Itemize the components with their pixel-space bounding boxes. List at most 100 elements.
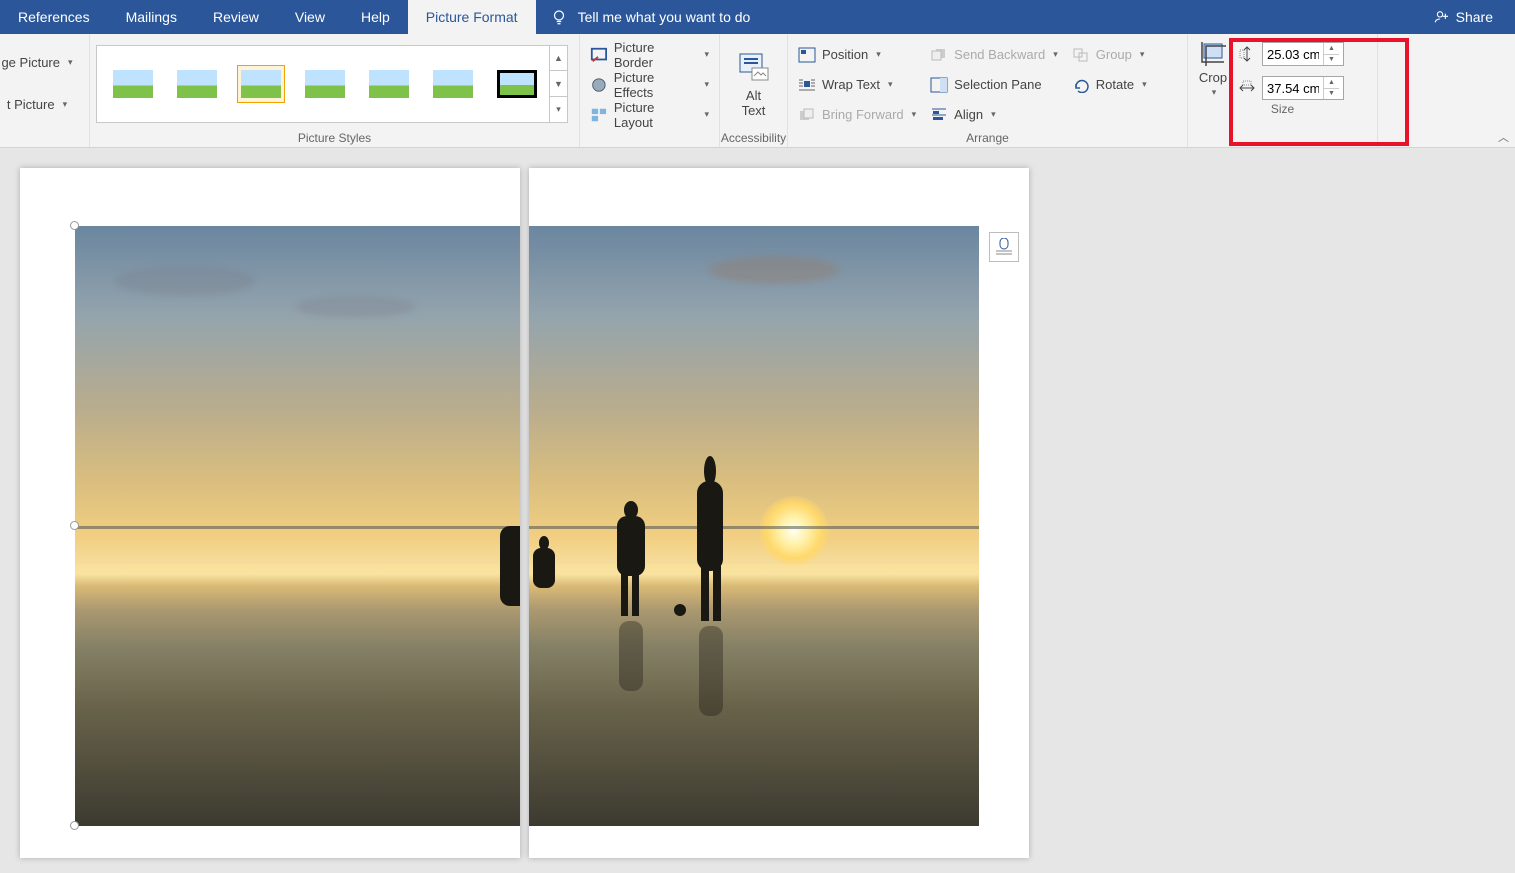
crop-icon (1198, 40, 1228, 68)
width-down[interactable]: ▼ (1324, 89, 1339, 100)
style-thumb-5[interactable] (365, 65, 413, 103)
height-input[interactable] (1263, 47, 1323, 62)
picture-border-label: Picture Border (614, 40, 697, 70)
chevron-down-icon: ▾ (991, 109, 996, 120)
share-icon (1434, 9, 1450, 25)
layout-options-button[interactable] (989, 232, 1019, 262)
width-input[interactable] (1263, 81, 1323, 96)
bring-forward-label: Bring Forward (822, 107, 904, 122)
group-label-btn: Group (1096, 47, 1132, 62)
wrap-text-label: Wrap Text (822, 77, 880, 92)
chevron-down-icon: ▾ (912, 109, 917, 120)
accessibility-group: AltText Accessibility (720, 34, 788, 147)
size-group: Crop ▾ ▲▼ ▲▼ (1188, 34, 1378, 147)
align-button[interactable]: Align▾ (926, 103, 1062, 127)
tell-me-placeholder: Tell me what you want to do (578, 9, 751, 25)
picture-border-icon (590, 46, 608, 64)
chevron-down-icon: ▾ (63, 99, 68, 110)
chevron-down-icon: ▾ (876, 49, 881, 60)
gallery-up[interactable]: ▲ (550, 46, 567, 72)
picture-effects-icon (590, 76, 608, 94)
style-thumb-4[interactable] (301, 65, 349, 103)
height-down[interactable]: ▼ (1324, 55, 1339, 66)
group-icon (1072, 47, 1090, 63)
selection-pane-button[interactable]: Selection Pane (926, 73, 1062, 97)
adjust-group-partial: ge Picture▾ t Picture ▾ (0, 34, 90, 147)
chevron-down-icon: ▾ (1142, 79, 1147, 90)
change-picture-button[interactable]: ge Picture▾ (1, 51, 82, 75)
rotate-label: Rotate (1096, 77, 1134, 92)
selection-handle[interactable] (70, 821, 79, 830)
page-1 (20, 168, 520, 858)
alt-text-button[interactable]: AltText (731, 46, 777, 122)
page-2 (529, 168, 1029, 858)
chevron-down-icon: ▾ (1053, 49, 1058, 60)
wrap-text-icon (798, 77, 816, 93)
gallery-down[interactable]: ▼ (550, 71, 567, 97)
chevron-down-icon: ▾ (704, 79, 709, 90)
tell-me-search[interactable]: Tell me what you want to do (536, 0, 765, 34)
chevron-down-icon: ▾ (68, 57, 73, 68)
width-up[interactable]: ▲ (1324, 77, 1339, 89)
lightbulb-icon (550, 8, 568, 26)
height-up[interactable]: ▲ (1324, 43, 1339, 55)
style-thumb-7[interactable] (493, 65, 541, 103)
gallery-more[interactable]: ▾ (550, 97, 567, 122)
rotate-icon (1072, 77, 1090, 93)
crop-button[interactable]: Crop ▾ (1198, 40, 1228, 98)
send-backward-icon (930, 47, 948, 63)
rotate-button[interactable]: Rotate ▾ (1068, 73, 1151, 97)
selection-handle[interactable] (70, 521, 79, 530)
style-thumb-6[interactable] (429, 65, 477, 103)
tab-references[interactable]: References (0, 0, 108, 34)
tab-picture-format[interactable]: Picture Format (408, 0, 536, 34)
tab-mailings[interactable]: Mailings (108, 0, 195, 34)
position-icon (798, 47, 816, 63)
height-icon (1238, 45, 1256, 63)
picture-commands-group: Picture Border ▾ Picture Effects▾ Picture… (580, 34, 720, 147)
reset-picture-button[interactable]: t Picture ▾ (7, 93, 77, 117)
alt-text-icon (737, 50, 771, 84)
group-label (0, 129, 89, 147)
share-button[interactable]: Share (1412, 0, 1515, 34)
chevron-down-icon: ▾ (888, 79, 893, 90)
chevron-down-icon: ▾ (704, 49, 709, 60)
reset-picture-label: t Picture (7, 97, 55, 112)
tab-help[interactable]: Help (343, 0, 408, 34)
selected-picture-left[interactable] (75, 226, 520, 826)
picture-effects-button[interactable]: Picture Effects▾ (586, 73, 713, 97)
chevron-down-icon: ▾ (704, 109, 709, 120)
style-thumb-1[interactable] (109, 65, 157, 103)
send-backward-label: Send Backward (954, 47, 1045, 62)
alt-text-label-1: Alt (746, 88, 761, 103)
position-label: Position (822, 47, 868, 62)
alt-text-label-2: Text (742, 103, 766, 118)
arrange-group: Position▾ Wrap Text▾ Bring Forward▾ Send (788, 34, 1188, 147)
picture-layout-icon (590, 106, 608, 124)
ribbon: ge Picture▾ t Picture ▾ ▲ ▼ ▾ (0, 34, 1515, 148)
bring-forward-icon (798, 107, 816, 123)
ribbon-tabs: References Mailings Review View Help Pic… (0, 0, 1515, 34)
align-icon (930, 107, 948, 123)
document-canvas[interactable] (0, 148, 1515, 873)
picture-styles-group: ▲ ▼ ▾ Picture Styles (90, 34, 580, 147)
style-thumb-3[interactable] (237, 65, 285, 103)
wrap-text-button[interactable]: Wrap Text ▾ (794, 73, 920, 97)
bring-forward-button: Bring Forward ▾ (794, 103, 920, 127)
selected-picture-right[interactable] (529, 226, 979, 826)
picture-border-button[interactable]: Picture Border ▾ (586, 43, 713, 67)
chevron-down-icon: ▾ (1212, 87, 1217, 98)
selection-handle[interactable] (70, 221, 79, 230)
height-spinner[interactable]: ▲▼ (1262, 42, 1344, 66)
tab-view[interactable]: View (277, 0, 343, 34)
gallery-scroll: ▲ ▼ ▾ (549, 46, 567, 122)
styles-gallery: ▲ ▼ ▾ (96, 45, 568, 123)
tab-review[interactable]: Review (195, 0, 277, 34)
collapse-ribbon-button[interactable]: ︿ (1498, 129, 1509, 145)
picture-layout-button[interactable]: Picture Layout ▾ (586, 103, 713, 127)
width-spinner[interactable]: ▲▼ (1262, 76, 1344, 100)
selection-pane-label: Selection Pane (954, 77, 1041, 92)
style-thumb-2[interactable] (173, 65, 221, 103)
picture-layout-label: Picture Layout (614, 100, 697, 130)
position-button[interactable]: Position ▾ (794, 43, 920, 67)
